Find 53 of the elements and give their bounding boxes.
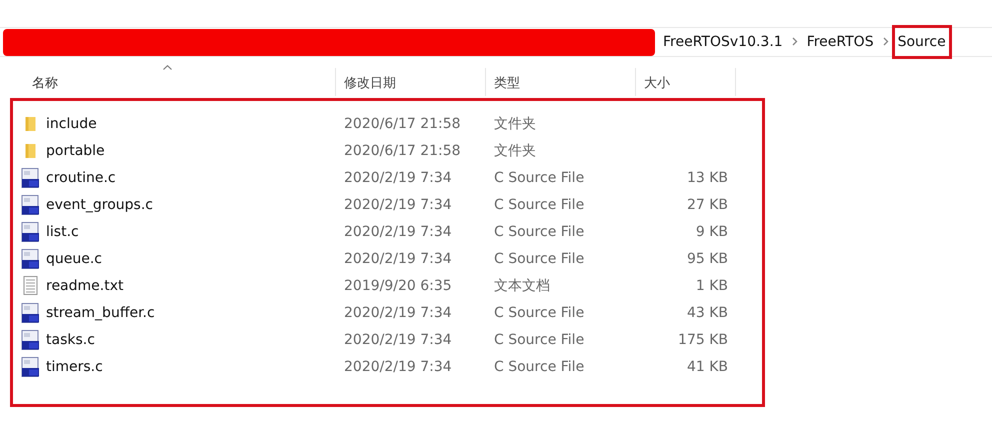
file-name[interactable]: include xyxy=(46,116,97,132)
modified-date: 2020/6/17 21:58 xyxy=(344,142,462,158)
file-name[interactable]: queue.c xyxy=(46,250,102,266)
c-file-icon xyxy=(21,194,40,214)
modified-date: 2020/6/17 21:58 xyxy=(344,116,462,132)
file-name[interactable]: tasks.c xyxy=(46,332,95,348)
column-header[interactable]: 类型 xyxy=(486,68,636,96)
file-type: 文本文档 xyxy=(494,276,551,294)
file-name[interactable]: croutine.c xyxy=(46,170,116,186)
breadcrumb-item[interactable]: FreeRTOSv10.3.1 xyxy=(663,34,783,50)
file-type: C Source File xyxy=(494,332,586,348)
c-file-icon xyxy=(21,248,40,268)
breadcrumb-item[interactable]: FreeRTOS xyxy=(806,34,874,50)
modified-date: 2020/2/19 7:34 xyxy=(344,332,453,348)
text-file-icon xyxy=(21,276,40,295)
c-file-icon xyxy=(21,330,40,350)
file-size: 9 KB xyxy=(696,224,728,240)
modified-date: 2020/2/19 7:34 xyxy=(344,250,453,266)
file-size: 43 KB xyxy=(686,304,728,320)
file-name[interactable]: stream_buffer.c xyxy=(46,304,155,320)
file-size: 27 KB xyxy=(686,196,728,212)
sort-caret-icon xyxy=(162,65,172,70)
file-type: C Source File xyxy=(494,196,586,212)
c-file-icon xyxy=(21,222,40,242)
file-name[interactable]: timers.c xyxy=(46,358,103,374)
file-size: 13 KB xyxy=(686,170,728,186)
column-header[interactable]: 修改日期 xyxy=(336,68,486,96)
file-type: C Source File xyxy=(494,358,586,374)
file-type: C Source File xyxy=(494,304,586,320)
file-name[interactable]: list.c xyxy=(46,224,79,240)
modified-date: 2020/2/19 7:34 xyxy=(344,304,453,320)
file-name[interactable]: event_groups.c xyxy=(46,196,153,212)
modified-date: 2019/9/20 6:35 xyxy=(344,278,453,294)
column-header[interactable]: 大小 xyxy=(636,68,736,96)
file-type: 文件夹 xyxy=(494,114,537,132)
modified-date: 2020/2/19 7:34 xyxy=(344,196,453,212)
file-name[interactable]: readme.txt xyxy=(46,278,124,294)
file-type: C Source File xyxy=(494,250,586,266)
file-type: 文件夹 xyxy=(494,142,537,160)
c-file-icon xyxy=(21,168,40,188)
file-size: 95 KB xyxy=(686,250,728,266)
file-size: 41 KB xyxy=(686,358,728,374)
modified-date: 2020/2/19 7:34 xyxy=(344,170,453,186)
file-type: C Source File xyxy=(494,224,586,240)
c-file-icon xyxy=(21,302,40,322)
file-size: 1 KB xyxy=(696,278,728,294)
modified-date: 2020/2/19 7:34 xyxy=(344,224,453,240)
breadcrumb-item[interactable]: Source xyxy=(898,34,946,50)
file-type: C Source File xyxy=(494,170,586,186)
modified-date: 2020/2/19 7:34 xyxy=(344,358,453,374)
c-file-icon xyxy=(21,356,40,376)
file-name[interactable]: portable xyxy=(46,142,105,158)
file-size: 175 KB xyxy=(678,332,728,348)
